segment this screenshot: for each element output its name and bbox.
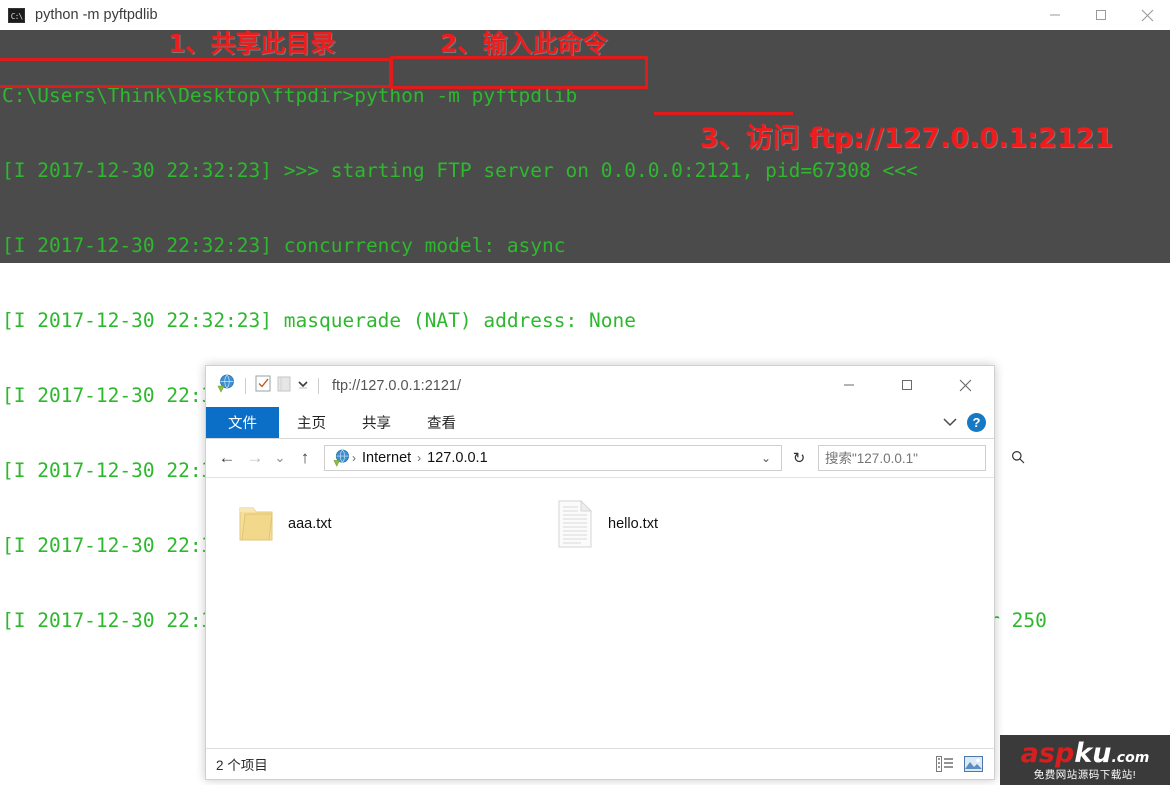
list-item[interactable]: aaa.txt bbox=[224, 494, 542, 554]
file-list-area[interactable]: aaa.txt bbox=[206, 477, 994, 749]
up-button[interactable]: ↑ bbox=[292, 445, 318, 471]
tab-file[interactable]: 文件 bbox=[206, 407, 279, 438]
new-folder-icon[interactable] bbox=[277, 376, 291, 397]
explorer-maximize-button[interactable] bbox=[878, 366, 936, 404]
ftp-globe-icon[interactable] bbox=[216, 374, 236, 398]
terminal-window-controls bbox=[1032, 0, 1170, 30]
properties-icon[interactable] bbox=[255, 375, 271, 397]
text-document-icon bbox=[556, 500, 594, 548]
refresh-button[interactable]: ↻ bbox=[786, 445, 812, 471]
collapse-ribbon-icon[interactable] bbox=[943, 414, 957, 432]
terminal-title: python -m pyftpdlib bbox=[35, 7, 158, 23]
search-box[interactable] bbox=[818, 445, 986, 471]
ribbon-right-controls: ? bbox=[943, 407, 986, 438]
recent-locations-button[interactable]: ⌄ bbox=[270, 445, 290, 471]
help-icon[interactable]: ? bbox=[967, 413, 986, 432]
watermark-com: .com bbox=[1111, 750, 1149, 766]
watermark-logo: aspku.com bbox=[1021, 740, 1150, 767]
item-count-label: 2 个项目 bbox=[216, 754, 268, 774]
maximize-icon bbox=[901, 379, 913, 391]
terminal-line: [I 2017-12-30 22:32:23] concurrency mode… bbox=[0, 233, 1170, 258]
site-watermark: aspku.com 免费网站源码下载站! bbox=[1000, 735, 1170, 785]
terminal-maximize-button[interactable] bbox=[1078, 0, 1124, 30]
explorer-titlebar[interactable]: ftp://127.0.0.1:2121/ bbox=[206, 366, 994, 407]
toolbar-separator bbox=[318, 378, 319, 394]
ftp-globe-icon bbox=[329, 449, 351, 467]
explorer-window-controls bbox=[820, 366, 994, 404]
details-view-icon[interactable] bbox=[934, 754, 956, 774]
file-grid: aaa.txt bbox=[224, 494, 994, 554]
minimize-icon bbox=[843, 379, 855, 391]
ribbon-tabs: 文件 主页 共享 查看 ? bbox=[206, 407, 994, 439]
file-explorer-window: ftp://127.0.0.1:2121/ 文件 主页 共享 查看 ? ← → bbox=[205, 365, 995, 780]
explorer-close-button[interactable] bbox=[936, 366, 994, 404]
search-input[interactable] bbox=[819, 450, 1004, 467]
terminal-minimize-button[interactable] bbox=[1032, 0, 1078, 30]
annotation-3: 3、访问 ftp://127.0.0.1:2121 bbox=[700, 116, 1113, 155]
close-icon bbox=[1141, 9, 1154, 22]
annotation-underline-address bbox=[654, 112, 793, 115]
watermark-ku: ku bbox=[1074, 738, 1111, 769]
customize-chevron-icon[interactable] bbox=[297, 377, 309, 395]
view-toggle-group bbox=[934, 754, 984, 774]
back-button[interactable]: ← bbox=[214, 445, 240, 471]
tab-share[interactable]: 共享 bbox=[344, 407, 409, 438]
tab-home[interactable]: 主页 bbox=[279, 407, 344, 438]
address-bar[interactable]: › Internet › 127.0.0.1 ⌄ bbox=[324, 445, 782, 471]
toolbar-separator bbox=[245, 378, 246, 394]
status-bar: 2 个项目 bbox=[206, 748, 994, 779]
list-item-label: aaa.txt bbox=[288, 516, 332, 532]
forward-button[interactable]: → bbox=[242, 445, 268, 471]
tab-view[interactable]: 查看 bbox=[409, 407, 474, 438]
breadcrumb-internet[interactable]: Internet bbox=[357, 450, 416, 466]
watermark-asp: asp bbox=[1021, 738, 1075, 769]
maximize-icon bbox=[1095, 9, 1107, 21]
quick-access-toolbar bbox=[216, 374, 322, 398]
terminal-line: [I 2017-12-30 22:32:23] masquerade (NAT)… bbox=[0, 308, 1170, 333]
address-dropdown-icon[interactable]: ⌄ bbox=[755, 451, 777, 465]
large-icons-view-icon[interactable] bbox=[962, 754, 984, 774]
breadcrumb-host[interactable]: 127.0.0.1 bbox=[422, 450, 492, 466]
watermark-subtitle: 免费网站源码下载站! bbox=[1034, 770, 1136, 781]
search-icon[interactable] bbox=[1004, 450, 1032, 467]
folder-icon bbox=[238, 502, 274, 546]
minimize-icon bbox=[1049, 9, 1061, 21]
terminal-prompt-line: C:\Users\Think\Desktop\ftpdir>python -m … bbox=[0, 83, 1170, 108]
close-icon bbox=[959, 379, 972, 392]
annotation-1: 1、共享此目录 bbox=[168, 24, 335, 60]
explorer-minimize-button[interactable] bbox=[820, 366, 878, 404]
list-item[interactable]: hello.txt bbox=[542, 494, 860, 554]
list-item-label: hello.txt bbox=[608, 516, 658, 532]
console-icon: C:\ bbox=[8, 8, 25, 23]
terminal-line: [I 2017-12-30 22:32:23] >>> starting FTP… bbox=[0, 158, 1170, 183]
navigation-bar: ← → ⌄ ↑ › Internet › 127.0.0.1 ⌄ ↻ bbox=[206, 439, 994, 477]
terminal-close-button[interactable] bbox=[1124, 0, 1170, 30]
explorer-title: ftp://127.0.0.1:2121/ bbox=[332, 378, 461, 394]
annotation-2: 2、输入此命令 bbox=[440, 24, 607, 60]
